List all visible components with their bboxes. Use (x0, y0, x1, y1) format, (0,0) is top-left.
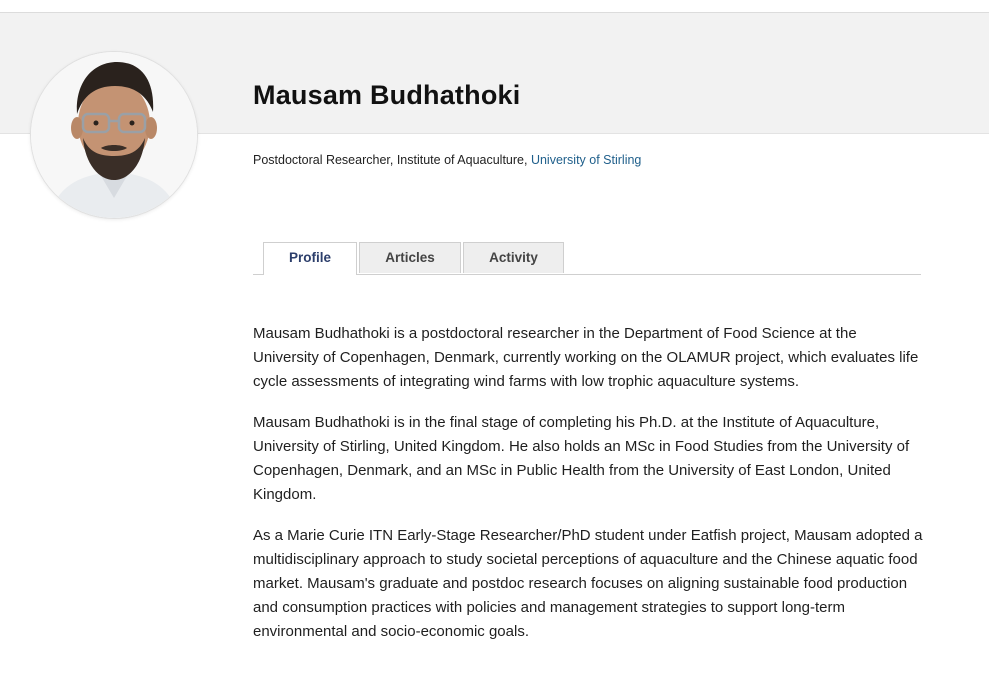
avatar-photo (31, 52, 197, 218)
bio-section: Mausam Budhathoki is a postdoctoral rese… (253, 322, 925, 661)
bio-paragraph: As a Marie Curie ITN Early-Stage Researc… (253, 527, 923, 640)
affiliation-text: Postdoctoral Researcher, Institute of Aq… (253, 153, 531, 167)
tab-articles[interactable]: Articles (359, 242, 461, 273)
profile-tabs: Profile Articles Activity (253, 242, 921, 275)
tab-activity[interactable]: Activity (463, 242, 564, 273)
profile-name: Mausam Budhathoki (253, 80, 521, 110)
tab-profile[interactable]: Profile (263, 242, 357, 275)
affiliation: Postdoctoral Researcher, Institute of Aq… (253, 153, 641, 167)
bio-paragraph: Mausam Budhathoki is in the final stage … (253, 414, 910, 503)
affiliation-link[interactable]: University of Stirling (531, 153, 641, 167)
profile-page: Mausam Budhathoki Postdoctoral Researche… (0, 0, 989, 697)
bio-paragraph: Mausam Budhathoki is a postdoctoral rese… (253, 325, 919, 390)
avatar (31, 52, 197, 218)
